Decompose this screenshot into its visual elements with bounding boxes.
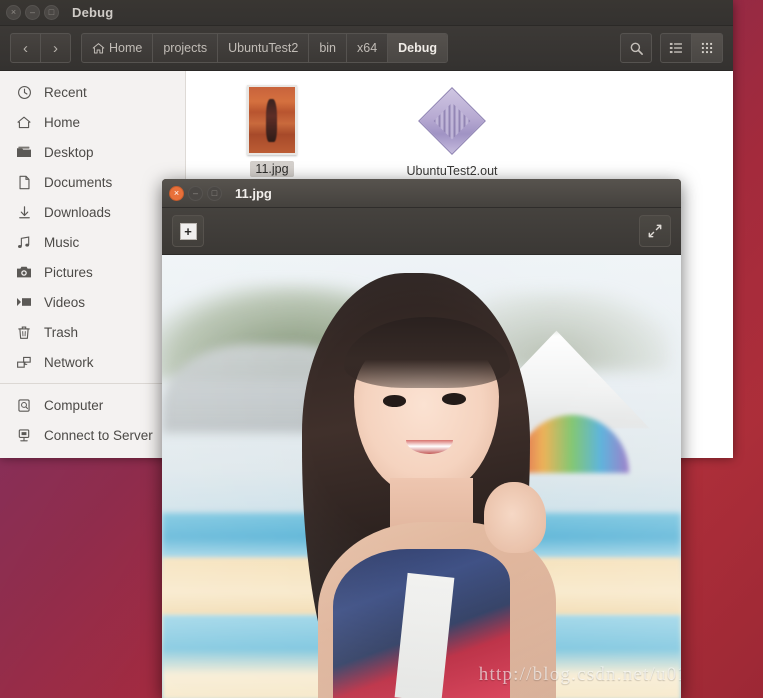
- sidebar-item-label: Desktop: [44, 144, 94, 160]
- download-icon: [14, 203, 34, 221]
- video-icon: [14, 293, 34, 311]
- clock-icon: [14, 83, 34, 101]
- viewer-maximize-button[interactable]: □: [207, 185, 222, 201]
- sidebar-item-label: Computer: [44, 397, 104, 413]
- grid-view-button[interactable]: [691, 34, 722, 62]
- sidebar-item-recent[interactable]: Recent: [0, 77, 185, 107]
- list-view-button[interactable]: [661, 34, 691, 62]
- home-icon: [14, 113, 34, 131]
- home-icon: [92, 42, 105, 55]
- computer-icon: [14, 396, 34, 414]
- image-viewer-toolbar: +: [162, 208, 681, 255]
- image-viewer-titlebar[interactable]: × – □ 11.jpg: [162, 179, 681, 208]
- server-icon: [14, 426, 34, 444]
- navigation-buttons: ‹ ›: [10, 33, 71, 63]
- sidebar-item-documents[interactable]: Documents: [0, 167, 185, 197]
- file-manager-titlebar[interactable]: × – □ Debug: [0, 0, 733, 26]
- sidebar-item-label: Network: [44, 354, 94, 370]
- sidebar-item-home[interactable]: Home: [0, 107, 185, 137]
- breadcrumb-item-x64[interactable]: x64: [346, 34, 387, 62]
- sidebar: Recent Home Desktop Documents Downloads …: [0, 71, 186, 458]
- list-view-icon: [669, 41, 683, 55]
- image-viewer-title: 11.jpg: [235, 185, 272, 201]
- breadcrumb-label: Home: [109, 41, 143, 55]
- sidebar-item-connect-to-server[interactable]: Connect to Server: [0, 420, 185, 450]
- sidebar-item-network[interactable]: Network: [0, 347, 185, 377]
- sidebar-item-label: Recent: [44, 84, 87, 100]
- image-tool-button[interactable]: +: [172, 215, 204, 247]
- sidebar-item-label: Downloads: [44, 204, 111, 220]
- sidebar-item-label: Videos: [44, 294, 86, 310]
- viewer-minimize-button[interactable]: –: [188, 185, 203, 201]
- trash-icon: [14, 323, 34, 341]
- breadcrumb-item-ubuntutest2[interactable]: UbuntuTest2: [217, 34, 308, 62]
- grid-view-icon: [700, 41, 714, 55]
- back-button[interactable]: ‹: [11, 34, 40, 62]
- fullscreen-button[interactable]: [639, 215, 671, 247]
- breadcrumb-item-debug[interactable]: Debug: [387, 34, 448, 62]
- file-name-label: UbuntuTest2.out: [406, 164, 498, 178]
- toolbar-right-group: [612, 33, 723, 63]
- sidebar-item-music[interactable]: Music: [0, 227, 185, 257]
- file-manager-toolbar: ‹ › Home projects UbuntuTest2 bin x64 De…: [0, 26, 733, 71]
- sidebar-item-label: Documents: [44, 174, 113, 190]
- plus-icon: +: [179, 222, 197, 240]
- breadcrumb-item-projects[interactable]: projects: [152, 34, 217, 62]
- sidebar-item-computer[interactable]: Computer: [0, 390, 185, 420]
- sidebar-item-desktop[interactable]: Desktop: [0, 137, 185, 167]
- photo-blur-overlay: [162, 255, 681, 698]
- photo-canvas[interactable]: [162, 255, 681, 698]
- fullscreen-icon: [647, 223, 663, 239]
- sidebar-item-label: Connect to Server: [44, 427, 153, 443]
- view-mode-group: [660, 33, 723, 63]
- viewer-close-button[interactable]: ×: [169, 185, 184, 201]
- image-thumbnail-icon: [247, 85, 297, 155]
- document-icon: [14, 173, 34, 191]
- breadcrumb-item-home[interactable]: Home: [82, 34, 152, 62]
- file-icons-grid: 11.jpg UbuntuTest2.out: [186, 71, 733, 179]
- file-manager-title: Debug: [72, 5, 114, 20]
- breadcrumb-item-bin[interactable]: bin: [308, 34, 346, 62]
- executable-icon: [418, 87, 486, 155]
- camera-icon: [14, 263, 34, 281]
- search-icon: [629, 41, 644, 56]
- music-icon: [14, 233, 34, 251]
- fm-minimize-button[interactable]: –: [25, 5, 40, 20]
- folder-icon: [14, 143, 34, 161]
- watermark-text: http://blog.csdn.net/u010677365: [478, 664, 681, 685]
- sidebar-item-pictures[interactable]: Pictures: [0, 257, 185, 287]
- file-item-executable[interactable]: UbuntuTest2.out: [392, 85, 512, 179]
- breadcrumb: Home projects UbuntuTest2 bin x64 Debug: [81, 33, 449, 63]
- sidebar-divider: [0, 383, 185, 384]
- sidebar-item-label: Pictures: [44, 264, 93, 280]
- sidebar-item-trash[interactable]: Trash: [0, 317, 185, 347]
- file-name-label: 11.jpg: [250, 161, 294, 177]
- forward-button[interactable]: ›: [40, 34, 70, 62]
- sidebar-item-label: Trash: [44, 324, 79, 340]
- sidebar-item-label: Music: [44, 234, 80, 250]
- sidebar-item-downloads[interactable]: Downloads: [0, 197, 185, 227]
- network-icon: [14, 353, 34, 371]
- image-viewer-window: × – □ 11.jpg + http://blog.csdn.net/u0: [162, 179, 681, 698]
- fm-maximize-button[interactable]: □: [44, 5, 59, 20]
- fm-close-button[interactable]: ×: [6, 5, 21, 20]
- file-item-image[interactable]: 11.jpg: [212, 85, 332, 179]
- search-button[interactable]: [620, 33, 652, 63]
- sidebar-item-videos[interactable]: Videos: [0, 287, 185, 317]
- sidebar-item-label: Home: [44, 114, 81, 130]
